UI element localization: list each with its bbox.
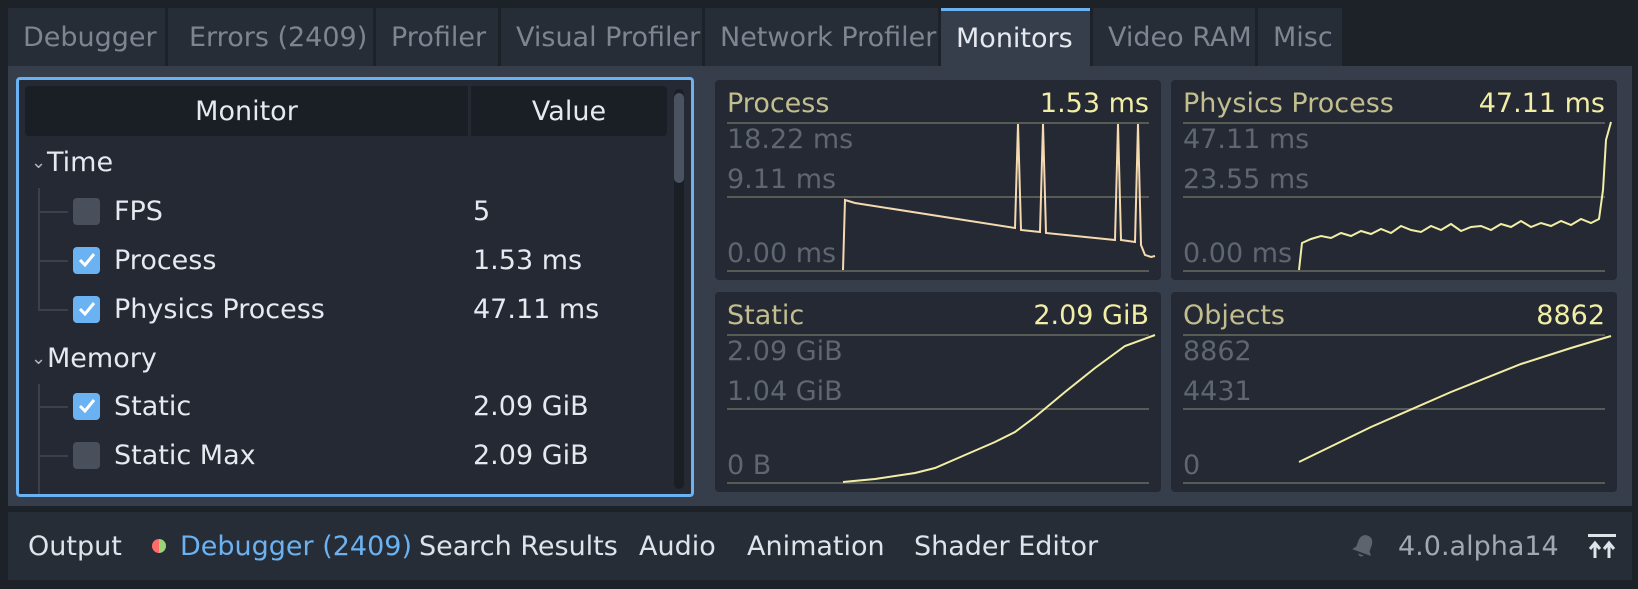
column-header-monitor[interactable]: Monitor xyxy=(25,86,471,136)
bottom-tab-shader-editor[interactable]: Shader Editor xyxy=(914,512,1098,580)
expand-panel-icon[interactable] xyxy=(1586,512,1618,580)
tab-visual-profiler[interactable]: Visual Profiler xyxy=(501,8,702,66)
debugger-status-icon xyxy=(152,539,166,553)
checkmark-icon xyxy=(78,302,95,317)
tab-monitors[interactable]: Monitors xyxy=(941,8,1090,66)
tree-category-memory[interactable]: ⌄ Memory xyxy=(19,333,669,383)
monitors-panel: Monitor Value ⌄ Time FPS 5 Process 1.53 … xyxy=(8,66,1632,506)
monitor-tree[interactable]: Monitor Value ⌄ Time FPS 5 Process 1.53 … xyxy=(16,77,694,497)
bottom-tab-search-results[interactable]: Search Results xyxy=(419,512,618,580)
bottom-tab-animation[interactable]: Animation xyxy=(747,512,885,580)
bottom-tab-output[interactable]: Output xyxy=(28,512,122,580)
checkmark-icon xyxy=(78,253,95,268)
tree-category-time[interactable]: ⌄ Time xyxy=(19,137,669,187)
editor-version: 4.0.alpha14 xyxy=(1398,530,1559,562)
bottom-panel-bar: Output Debugger (2409) Search Results Au… xyxy=(8,512,1632,580)
graph-process: Process 1.53 ms 18.22 ms 9.11 ms 0.00 ms xyxy=(715,80,1161,280)
tree-item-static[interactable]: Static 2.09 GiB xyxy=(19,381,669,431)
tab-network-profiler[interactable]: Network Profiler xyxy=(705,8,938,66)
process-checkbox[interactable] xyxy=(73,246,100,274)
graph-static-line xyxy=(842,334,1156,483)
static-max-checkbox[interactable] xyxy=(73,441,100,469)
tree-item-physics-process[interactable]: Physics Process 47.11 ms xyxy=(19,284,669,334)
tab-errors[interactable]: Errors (2409) xyxy=(168,8,373,66)
tree-item-process[interactable]: Process 1.53 ms xyxy=(19,235,669,285)
graph-static: Static 2.09 GiB 2.09 GiB 1.04 GiB 0 B xyxy=(715,292,1161,492)
debugger-tab-bar: Debugger Errors (2409) Profiler Visual P… xyxy=(8,8,1342,66)
tree-scrollbar[interactable] xyxy=(674,89,684,489)
graph-objects-line xyxy=(1298,335,1612,463)
physics-process-checkbox[interactable] xyxy=(73,295,100,323)
fps-checkbox[interactable] xyxy=(73,197,100,225)
column-header-value[interactable]: Value xyxy=(471,86,667,136)
tab-misc[interactable]: Misc xyxy=(1258,8,1342,66)
notification-bell-icon[interactable] xyxy=(1350,512,1378,580)
static-checkbox[interactable] xyxy=(73,392,100,420)
tree-scrollbar-thumb[interactable] xyxy=(674,93,684,183)
tab-profiler[interactable]: Profiler xyxy=(376,8,498,66)
graph-objects: Objects 8862 8862 4431 0 xyxy=(1171,292,1617,492)
tab-video-ram[interactable]: Video RAM xyxy=(1093,8,1255,66)
bottom-tab-audio[interactable]: Audio xyxy=(639,512,716,580)
checkmark-icon xyxy=(78,399,95,414)
tree-header: Monitor Value xyxy=(25,86,667,136)
chevron-down-icon[interactable]: ⌄ xyxy=(31,152,46,173)
graph-physics-process-line xyxy=(1298,121,1612,271)
tree-item-fps[interactable]: FPS 5 xyxy=(19,186,669,236)
graph-process-line xyxy=(842,123,1156,271)
chevron-down-icon[interactable]: ⌄ xyxy=(31,348,46,369)
tab-debugger[interactable]: Debugger xyxy=(8,8,165,66)
graph-physics-process: Physics Process 47.11 ms 47.11 ms 23.55 … xyxy=(1171,80,1617,280)
tree-item-static-max[interactable]: Static Max 2.09 GiB xyxy=(19,430,669,480)
bottom-tab-debugger[interactable]: Debugger (2409) xyxy=(152,512,412,580)
